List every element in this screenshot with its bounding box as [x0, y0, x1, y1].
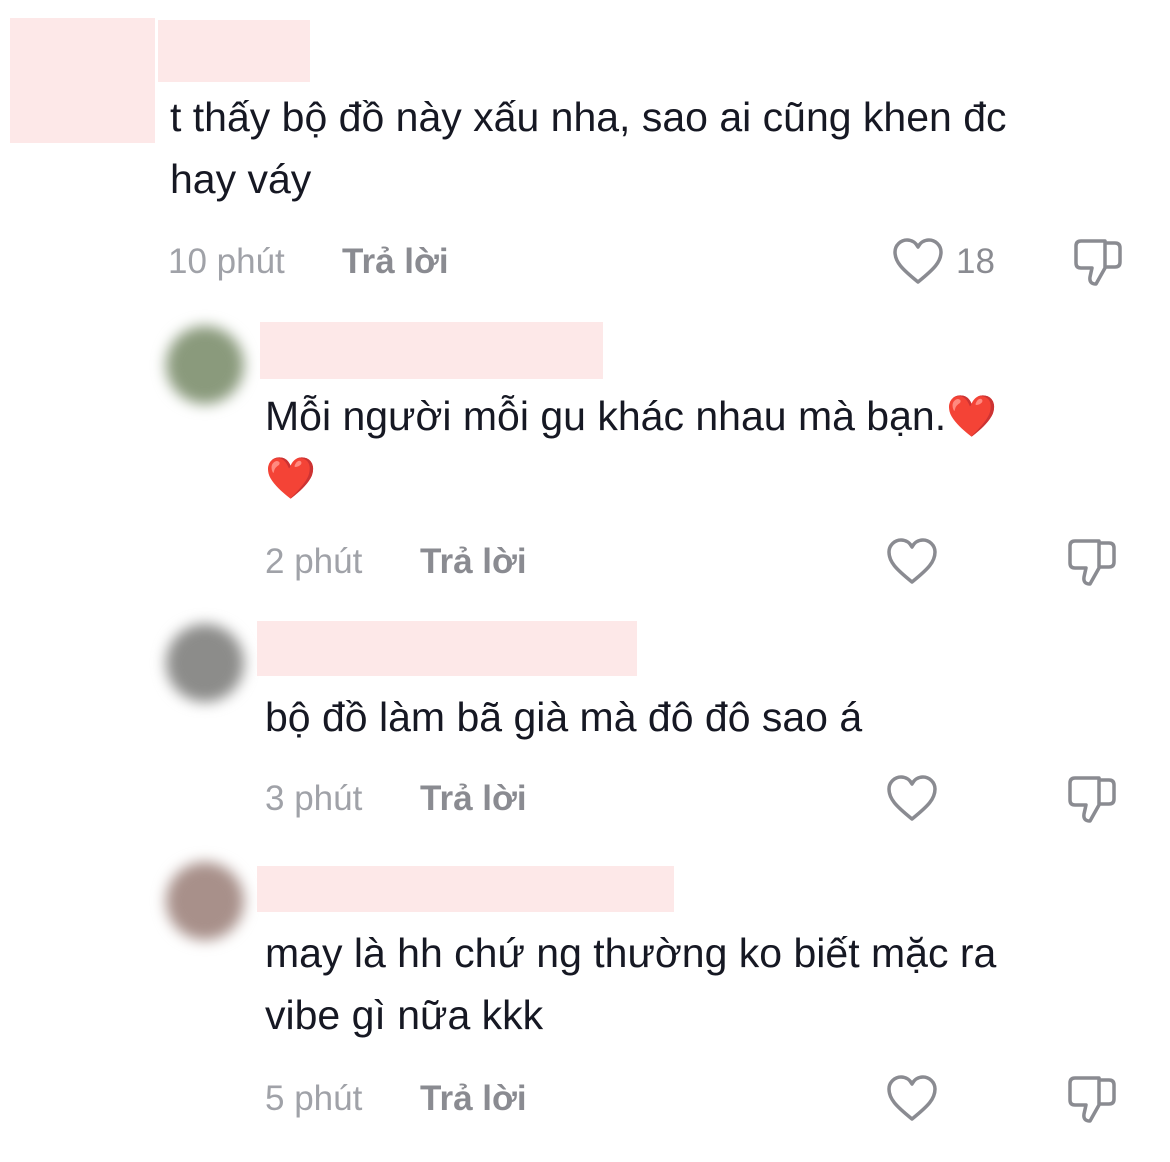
comment-actions: 5 phút Trả lời	[0, 1075, 1170, 1125]
heart-icon[interactable]	[886, 1075, 938, 1123]
avatar-blurred[interactable]	[166, 624, 244, 702]
avatar-blurred[interactable]	[166, 326, 244, 404]
thumbs-down-icon[interactable]	[1066, 538, 1118, 588]
thumbs-down-icon[interactable]	[1072, 238, 1124, 288]
comment-time: 2 phút	[265, 542, 363, 581]
avatar-redacted[interactable]	[10, 18, 155, 143]
username-redacted[interactable]	[158, 20, 310, 82]
username-redacted[interactable]	[257, 866, 674, 912]
username-redacted[interactable]	[260, 322, 603, 379]
username-redacted[interactable]	[257, 621, 637, 676]
comment-text: may là hh chứ ng thường ko biết mặc ra v…	[265, 930, 997, 1038]
comment-time: 10 phút	[168, 242, 285, 281]
comment-actions: 2 phút Trả lời	[0, 538, 1170, 588]
like-count: 18	[956, 242, 995, 281]
heart-icon[interactable]	[892, 238, 944, 286]
comment-text: t thấy bộ đồ này xấu nha, sao ai cũng kh…	[170, 94, 1007, 202]
comment-text: bộ đồ làm bã già mà đô đô sao á	[265, 694, 863, 740]
comment-text: Mỗi người mỗi gu khác nhau mà bạn.❤️ ❤️	[265, 393, 998, 501]
reply-button[interactable]: Trả lời	[420, 542, 527, 582]
heart-icon[interactable]	[886, 538, 938, 586]
thumbs-down-icon[interactable]	[1066, 775, 1118, 825]
comment-time: 3 phút	[265, 779, 363, 818]
reply-button[interactable]: Trả lời	[420, 779, 527, 819]
reply-button[interactable]: Trả lời	[420, 1079, 527, 1119]
avatar-blurred[interactable]	[166, 862, 244, 940]
reply-button[interactable]: Trả lời	[342, 242, 449, 282]
thumbs-down-icon[interactable]	[1066, 1075, 1118, 1125]
comment-time: 5 phút	[265, 1079, 363, 1118]
comment-actions: 3 phút Trả lời	[0, 775, 1170, 825]
heart-icon[interactable]	[886, 775, 938, 823]
comment-actions: 10 phút Trả lời 18	[0, 238, 1170, 288]
